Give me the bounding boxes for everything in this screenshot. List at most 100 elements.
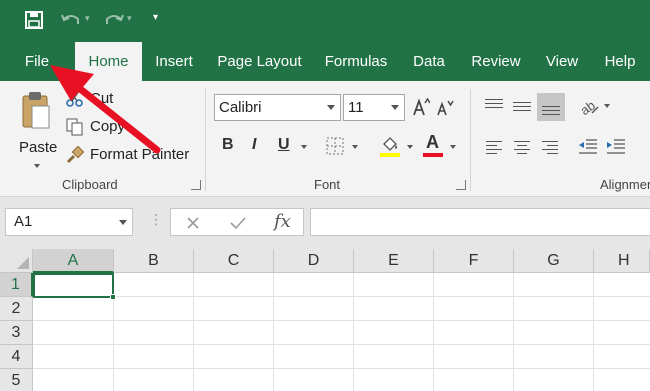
orientation-dropdown-icon[interactable] xyxy=(604,104,610,108)
row-header[interactable]: 4 xyxy=(0,345,33,369)
group-divider xyxy=(470,89,471,191)
align-right-button[interactable] xyxy=(542,139,560,155)
italic-button[interactable]: I xyxy=(252,136,256,154)
insert-function-icon[interactable]: fx xyxy=(274,211,291,232)
select-all-corner[interactable] xyxy=(0,249,33,273)
middle-align-button[interactable] xyxy=(512,98,532,114)
column-header[interactable]: C xyxy=(194,249,274,273)
worksheet-grid: A B C D E F G H 1 2 3 4 5 6 xyxy=(0,249,650,391)
grid-line xyxy=(353,273,354,391)
font-dialog-launcher[interactable] xyxy=(456,180,466,190)
column-header[interactable]: B xyxy=(114,249,194,273)
copy-label: Copy xyxy=(90,118,126,135)
font-color-swatch xyxy=(423,153,443,157)
underline-button[interactable]: U xyxy=(278,136,290,154)
tab-review[interactable]: Review xyxy=(465,42,527,81)
column-header[interactable]: H xyxy=(594,249,650,273)
top-align-button[interactable] xyxy=(484,98,504,114)
font-family-select[interactable]: Calibri xyxy=(214,94,341,121)
font-color-glyph: A xyxy=(426,132,439,152)
grid-line xyxy=(193,273,194,391)
column-header[interactable]: G xyxy=(514,249,594,273)
resize-handle-icon[interactable]: ⋮ xyxy=(149,211,163,228)
chevron-down-icon xyxy=(327,105,335,110)
align-left-button[interactable] xyxy=(486,139,504,155)
copy-button[interactable]: Copy xyxy=(66,116,146,138)
orientation-icon[interactable]: ab xyxy=(578,95,600,117)
undo-dropdown-icon[interactable]: ▾ xyxy=(85,13,90,24)
enter-icon[interactable] xyxy=(229,215,247,231)
grid-line xyxy=(433,273,434,391)
tab-view[interactable]: View xyxy=(538,42,586,81)
row-header[interactable]: 5 xyxy=(0,369,33,391)
chevron-down-icon xyxy=(391,105,399,110)
tab-page-layout[interactable]: Page Layout xyxy=(212,42,307,81)
column-header[interactable]: D xyxy=(274,249,354,273)
customize-toolbar-icon[interactable]: ▾ xyxy=(153,12,158,23)
grid-line xyxy=(33,344,650,345)
font-group-label: Font xyxy=(314,177,341,192)
column-header[interactable]: E xyxy=(354,249,434,273)
group-divider xyxy=(205,89,206,191)
row-header[interactable]: 1 xyxy=(0,273,33,297)
font-color-button[interactable]: A xyxy=(423,132,445,158)
paste-label: Paste xyxy=(19,139,58,156)
format-painter-button[interactable]: Format Painter xyxy=(66,144,191,166)
decrease-font-size-icon[interactable] xyxy=(436,98,454,118)
font-size-select[interactable]: 11 xyxy=(343,94,405,121)
underline-dropdown-icon[interactable] xyxy=(301,145,307,149)
tab-insert[interactable]: Insert xyxy=(148,42,200,81)
tab-formulas[interactable]: Formulas xyxy=(318,42,394,81)
redo-icon[interactable] xyxy=(103,10,125,30)
borders-dropdown-icon[interactable] xyxy=(352,145,358,149)
borders-icon[interactable] xyxy=(326,137,344,155)
ribbon-tabs: File Home Insert Page Layout Formulas Da… xyxy=(0,42,650,81)
font-color-dropdown-icon[interactable] xyxy=(450,145,456,149)
name-box[interactable]: A1 xyxy=(5,208,133,236)
font-size-value: 11 xyxy=(348,99,364,116)
align-center-button[interactable] xyxy=(514,139,532,155)
fill-handle[interactable] xyxy=(110,294,116,300)
redo-dropdown-icon[interactable]: ▾ xyxy=(127,13,132,24)
title-bar: ▾ ▾ ▾ xyxy=(0,0,650,42)
row-header[interactable]: 2 xyxy=(0,297,33,321)
copy-icon xyxy=(66,118,83,136)
undo-icon[interactable] xyxy=(60,10,82,30)
paste-button[interactable]: Paste xyxy=(12,87,60,173)
decrease-indent-icon[interactable] xyxy=(578,138,598,156)
scissors-icon xyxy=(66,90,83,107)
formula-buttons: fx xyxy=(170,208,304,236)
clipboard-group-label: Clipboard xyxy=(62,177,118,192)
paste-icon xyxy=(22,92,50,129)
increase-font-size-icon[interactable] xyxy=(412,97,430,117)
ribbon-home: Paste Cut Copy Format Painter Clipboard … xyxy=(0,81,650,197)
bottom-align-button[interactable] xyxy=(537,93,565,121)
formula-input[interactable] xyxy=(310,208,650,236)
clipboard-dialog-launcher[interactable] xyxy=(191,180,201,190)
tab-help[interactable]: Help xyxy=(597,42,643,81)
grid-line xyxy=(33,368,650,369)
bold-button[interactable]: B xyxy=(222,136,234,154)
active-cell-a1[interactable] xyxy=(33,273,114,298)
cancel-icon[interactable] xyxy=(185,215,201,231)
format-painter-label: Format Painter xyxy=(90,146,190,163)
save-icon[interactable] xyxy=(24,10,44,30)
grid-line xyxy=(273,273,274,391)
name-box-value: A1 xyxy=(14,213,33,230)
tab-file[interactable]: File xyxy=(12,42,62,81)
column-header[interactable]: F xyxy=(434,249,514,273)
column-header[interactable]: A xyxy=(33,249,114,273)
alignment-group-label: Alignmer xyxy=(600,177,650,192)
grid-line xyxy=(513,273,514,391)
fill-color-icon[interactable] xyxy=(379,134,401,158)
increase-indent-icon[interactable] xyxy=(606,138,626,156)
cut-button[interactable]: Cut xyxy=(66,88,126,110)
svg-text:ab: ab xyxy=(578,98,598,117)
grid-line xyxy=(33,296,650,297)
cut-label: Cut xyxy=(90,90,114,107)
tab-data[interactable]: Data xyxy=(405,42,453,81)
tab-home[interactable]: Home xyxy=(75,42,142,81)
row-header[interactable]: 3 xyxy=(0,321,33,345)
paste-dropdown-icon[interactable] xyxy=(34,164,40,168)
fill-color-dropdown-icon[interactable] xyxy=(407,145,413,149)
